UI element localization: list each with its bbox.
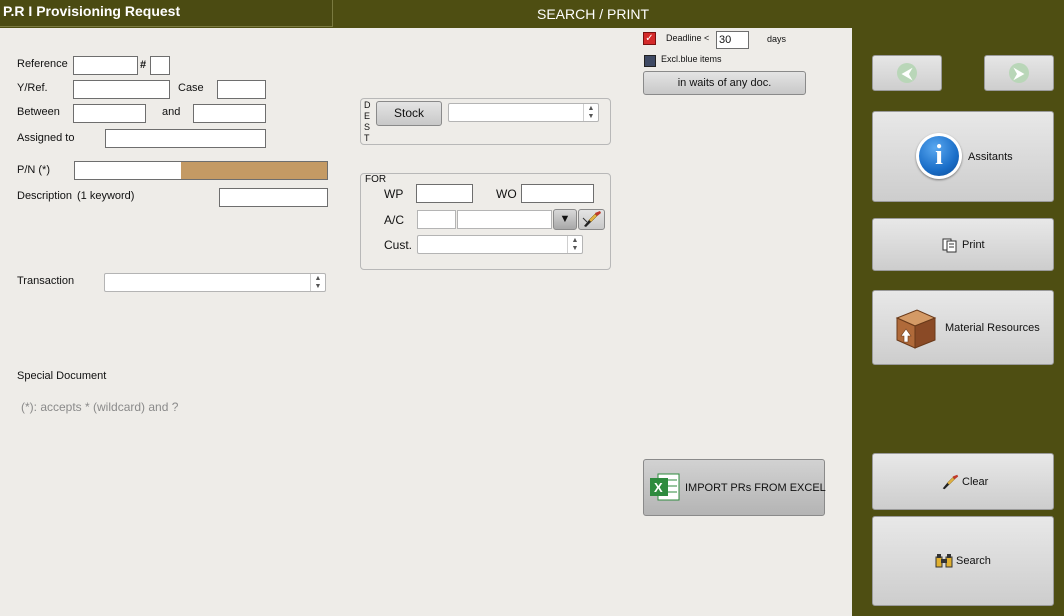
ac-name-input[interactable] [457, 210, 552, 229]
package-icon [895, 309, 937, 349]
transaction-select[interactable]: ▲ ▼ [104, 273, 326, 292]
between-from-input[interactable] [73, 104, 146, 123]
assistants-label: Assitants [968, 151, 1013, 163]
cust-select[interactable]: ▲ ▼ [417, 235, 583, 254]
description-hint: (1 keyword) [77, 190, 135, 202]
clear-label: Clear [962, 476, 989, 488]
search-button[interactable]: Search [872, 516, 1054, 606]
yref-label: Y/Ref. [17, 82, 48, 94]
for-group: FOR WP WO A/C ▼ Cust. ▲ ▼ [360, 173, 611, 270]
stock-button[interactable]: Stock [376, 101, 442, 126]
info-icon: i [916, 133, 962, 179]
pn-input[interactable] [74, 161, 328, 180]
wildcard-note: (*): accepts * (wildcard) and ? [21, 400, 179, 414]
yref-input[interactable] [73, 80, 170, 99]
arrow-left-icon: ⮜ [897, 63, 917, 83]
assigned-label: Assigned to [17, 132, 75, 144]
spinner-arrows-icon: ▲ ▼ [310, 274, 325, 291]
arrow-right-icon: ⮞ [1009, 63, 1029, 83]
print-label: Print [962, 239, 985, 251]
description-label: Description [17, 190, 73, 202]
search-form-panel: Reference # Y/Ref. Case Between and Assi… [0, 28, 852, 616]
case-input[interactable] [217, 80, 266, 99]
between-to-input[interactable] [193, 104, 266, 123]
print-icon [942, 238, 957, 253]
reference-label: Reference [17, 58, 68, 70]
excl-blue-checkbox[interactable] [644, 55, 656, 67]
pn-fill [181, 162, 327, 179]
wp-label: WP [384, 187, 404, 201]
next-button[interactable]: ⮞ [984, 55, 1054, 91]
and-label: and [162, 106, 181, 118]
assistants-button[interactable]: i Assitants [872, 111, 1054, 202]
binoculars-icon [935, 554, 953, 568]
svg-text:X: X [654, 480, 663, 495]
transaction-label: Transaction [17, 275, 75, 287]
excel-icon: X [650, 473, 680, 501]
special-doc-label: Special Document [17, 370, 107, 382]
ac-code-input[interactable] [417, 210, 456, 229]
deadline-days-input[interactable]: 30 [716, 31, 749, 49]
reference-number-input[interactable] [150, 56, 170, 75]
import-excel-label: IMPORT PRs FROM EXCEL [685, 482, 826, 494]
reference-input[interactable] [73, 56, 138, 75]
case-label: Case [178, 82, 204, 94]
excl-blue-label: Excl.blue items [661, 54, 722, 64]
spinner-arrows-icon: ▲ ▼ [583, 104, 598, 121]
days-label: days [767, 34, 787, 44]
pn-label: P/N (*) [17, 164, 50, 176]
between-label: Between [17, 106, 60, 118]
material-resources-button[interactable]: Material Resources [872, 290, 1054, 365]
deadline-checkbox[interactable]: ✓ [643, 32, 656, 45]
wo-label: WO [496, 187, 517, 201]
dest-vertical-label: D E S T [364, 100, 371, 143]
clear-button[interactable]: Clear [872, 453, 1054, 510]
ac-erase-button[interactable] [578, 209, 605, 230]
deadline-label: Deadline < [666, 33, 710, 43]
description-input[interactable] [219, 188, 328, 207]
waits-doc-button[interactable]: in waits of any doc. [643, 71, 806, 95]
brush-icon [582, 211, 601, 227]
material-resources-label: Material Resources [945, 322, 1040, 334]
search-label: Search [956, 555, 991, 567]
dest-select[interactable]: ▲ ▼ [448, 103, 599, 122]
brush-icon [942, 474, 959, 490]
print-button[interactable]: Print [872, 218, 1054, 271]
dest-group: D E S T Stock ▲ ▼ [360, 98, 611, 145]
window-title: P.R I Provisioning Request [0, 0, 333, 27]
import-excel-button[interactable]: X IMPORT PRs FROM EXCEL [643, 459, 826, 516]
wo-input[interactable] [521, 184, 594, 203]
mode-title: SEARCH / PRINT [536, 6, 649, 22]
ac-label: A/C [384, 213, 405, 227]
spinner-arrows-icon: ▲ ▼ [567, 236, 582, 253]
wp-input[interactable] [416, 184, 473, 203]
ac-dropdown-button[interactable]: ▼ [553, 209, 577, 230]
prev-button[interactable]: ⮜ [872, 55, 942, 91]
assigned-input[interactable] [105, 129, 266, 148]
cust-label: Cust. [384, 238, 413, 252]
hash-label: # [140, 59, 147, 71]
for-title: FOR [365, 174, 387, 185]
